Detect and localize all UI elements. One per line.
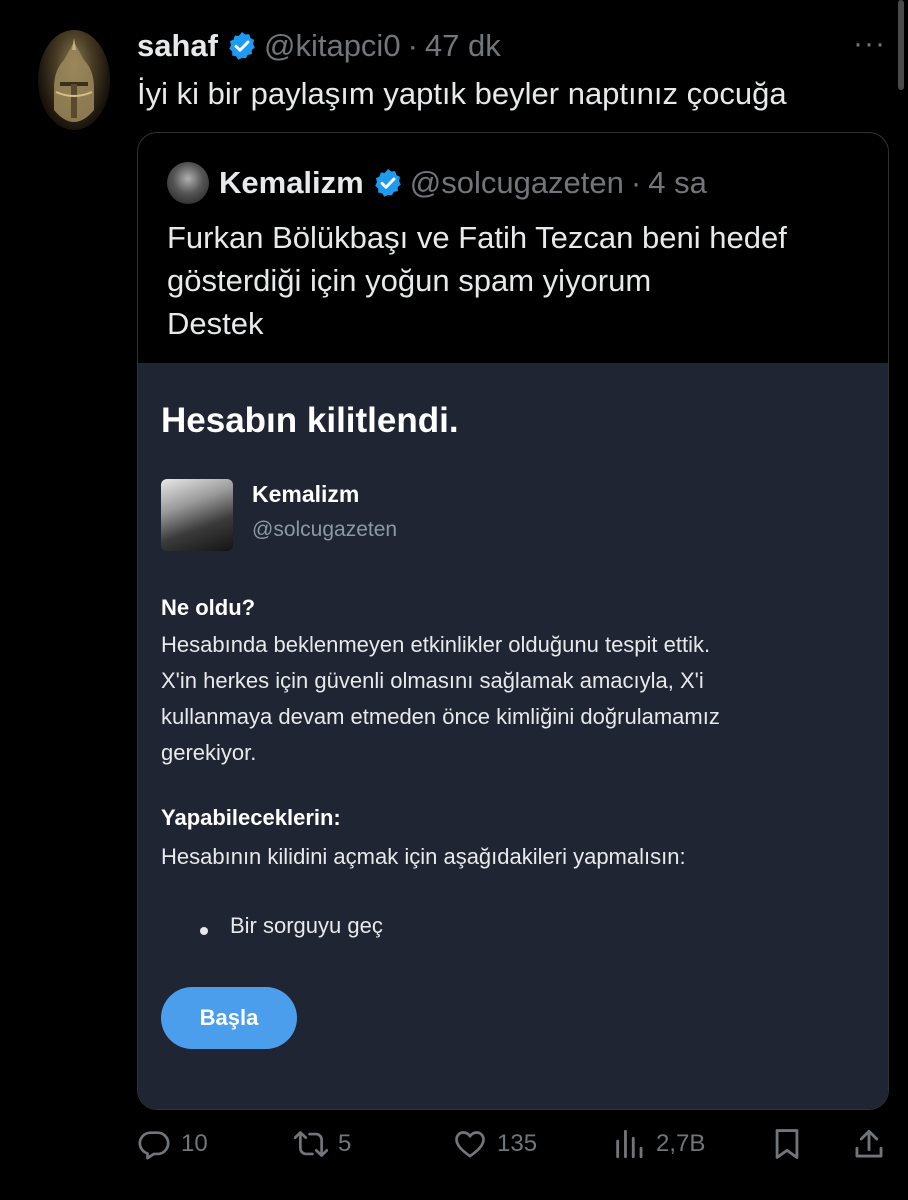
views-action[interactable]: 2,7B <box>612 1124 705 1164</box>
quote-author-name: Kemalizm <box>219 165 364 200</box>
bullet-item: Bir sorguyu geç <box>230 913 383 938</box>
body-line: Hesabında beklenmeyen etkinlikler olduğu… <box>161 632 711 657</box>
quote-text-line: gösterdiği için yoğun spam yiyorum <box>167 263 652 298</box>
post-header: sahaf @kitapci0 · 47 dk <box>137 26 501 66</box>
verified-badge-icon[interactable] <box>226 30 258 62</box>
post-time[interactable]: 47 dk <box>425 28 501 64</box>
separator-dot: · <box>407 28 418 63</box>
scrollbar[interactable] <box>898 0 904 90</box>
author-handle[interactable]: @kitapci0 <box>264 28 401 64</box>
bookmark-icon[interactable] <box>770 1124 804 1164</box>
share-icon[interactable] <box>852 1124 886 1164</box>
repost-action[interactable]: 5 <box>294 1124 351 1164</box>
quote-text: Furkan Bölükbaşı ve Fatih Tezcan beni he… <box>167 216 787 345</box>
body-line: gerekiyor. <box>161 740 257 765</box>
body-line: kullanmaya devam etmeden önce kimliğini … <box>161 704 720 729</box>
quoted-post[interactable]: Kemalizm @solcugazeten · 4 sa Furkan Böl… <box>137 132 889 1110</box>
views-count: 2,7B <box>656 1130 706 1157</box>
what-happened-text: Hesabında beklenmeyen etkinlikler olduğu… <box>161 627 720 771</box>
views-icon[interactable] <box>612 1127 646 1161</box>
todo-text: Hesabının kilidini açmak için aşağıdakil… <box>161 844 686 869</box>
what-happened-heading: Ne oldu? <box>161 595 256 620</box>
repost-icon[interactable] <box>294 1127 328 1161</box>
helmet-avatar-image <box>54 38 94 122</box>
like-action[interactable]: 135 <box>453 1124 537 1164</box>
quote-text-line: Furkan Bölükbaşı ve Fatih Tezcan beni he… <box>167 220 787 255</box>
lock-title: Hesabın kilitlendi. <box>161 401 459 440</box>
card-name: Kemalizm <box>252 481 360 507</box>
more-icon[interactable]: ··· <box>853 29 886 59</box>
quote-media-screenshot[interactable]: Hesabın kilitlendi. Kemalizm @solcugazet… <box>138 363 888 1109</box>
quote-avatar <box>167 162 209 204</box>
card-handle: @solcugazeten <box>252 518 398 541</box>
body-line: X'in herkes için güvenli olmasını sağlam… <box>161 668 704 693</box>
quote-author-handle: @solcugazeten <box>409 165 624 200</box>
post-text: İyi ki bir paylaşım yaptık beyler naptın… <box>137 76 787 111</box>
quote-text-line: Destek <box>167 306 264 341</box>
avatar[interactable] <box>38 30 110 130</box>
bullet-dot <box>200 927 208 935</box>
reply-action[interactable]: 10 <box>137 1124 208 1164</box>
separator-dot: · <box>630 165 642 200</box>
verified-badge-icon <box>372 167 404 199</box>
start-button: Başla <box>161 987 297 1049</box>
quote-header: Kemalizm @solcugazeten · 4 sa <box>167 161 707 205</box>
reply-icon[interactable] <box>137 1127 171 1161</box>
like-count: 135 <box>497 1130 538 1157</box>
reply-count: 10 <box>181 1130 208 1157</box>
card-avatar <box>161 479 233 551</box>
repost-count: 5 <box>338 1130 352 1157</box>
author-name[interactable]: sahaf <box>137 28 218 64</box>
todo-heading: Yapabileceklerin: <box>161 805 341 830</box>
heart-icon[interactable] <box>453 1127 487 1161</box>
quote-time: 4 sa <box>648 165 707 200</box>
